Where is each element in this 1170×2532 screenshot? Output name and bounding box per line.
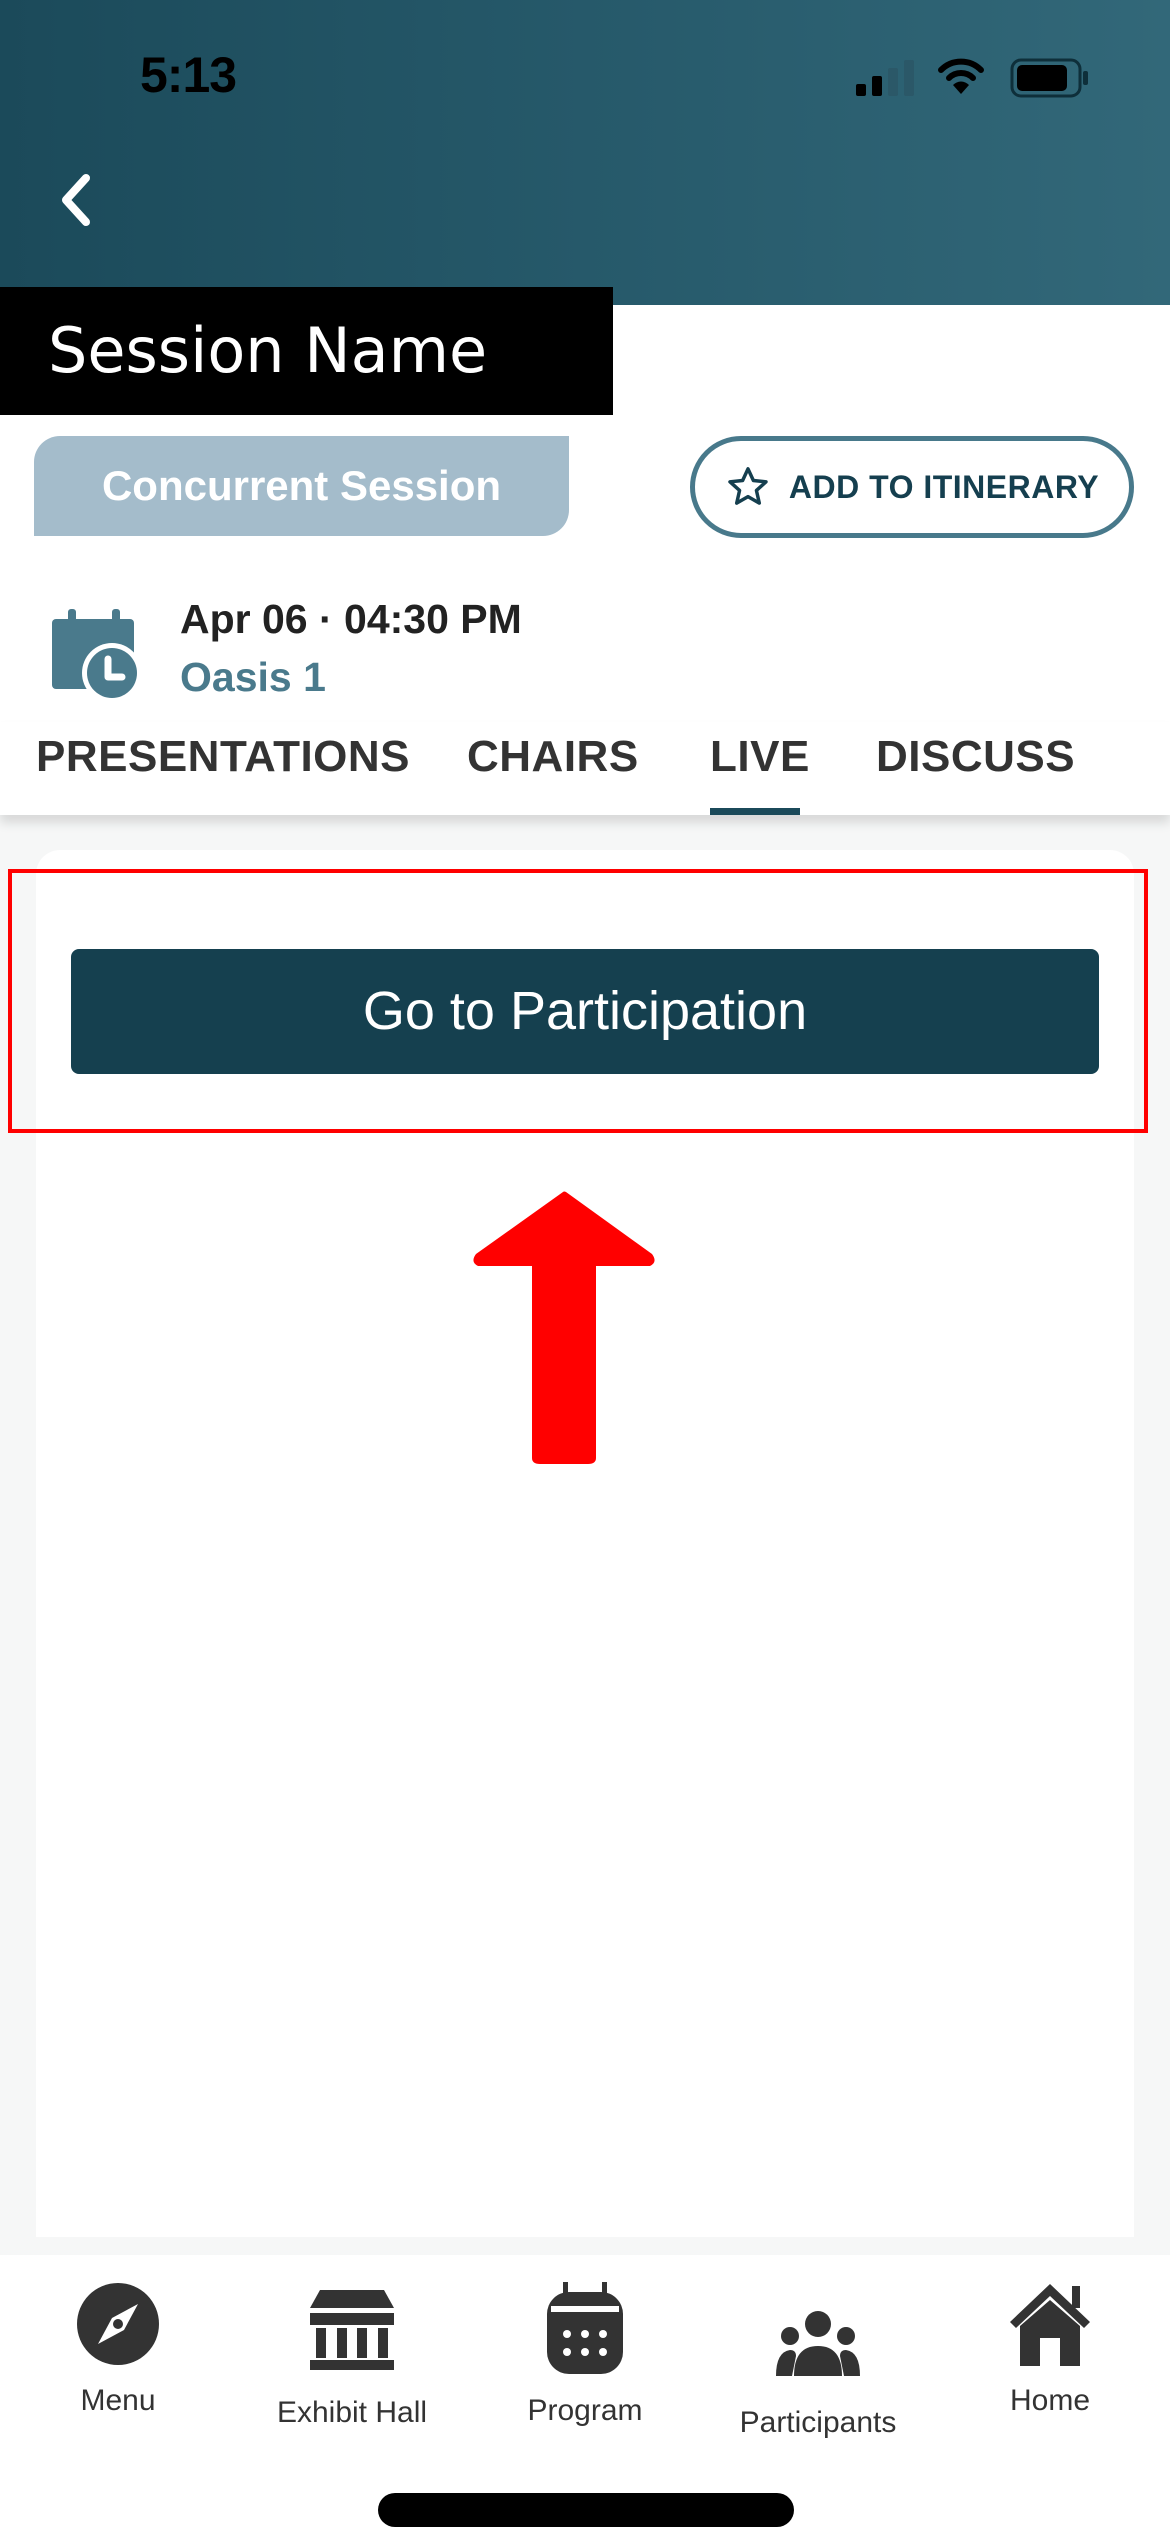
session-type-badge: Concurrent Session: [34, 436, 569, 536]
nav-label: Menu: [80, 2384, 156, 2417]
nav-home[interactable]: Home: [950, 2280, 1150, 2418]
users-icon: [776, 2311, 860, 2376]
tab-bar: PRESENTATIONS CHAIRS LIVE DISCUSS: [0, 722, 1170, 815]
tab-presentations[interactable]: PRESENTATIONS: [36, 732, 410, 782]
nav-participants[interactable]: Participants: [718, 2310, 918, 2440]
star-icon: [728, 467, 768, 505]
back-chevron-icon[interactable]: [56, 170, 96, 230]
home-indicator[interactable]: [378, 2493, 794, 2527]
nav-menu[interactable]: Menu: [18, 2282, 218, 2418]
home-icon: [1010, 2284, 1090, 2366]
nav-program[interactable]: Program: [485, 2282, 685, 2428]
session-title: Session Name: [0, 287, 613, 415]
compass-icon: [77, 2283, 159, 2365]
tab-live[interactable]: LIVE: [710, 732, 810, 782]
nav-label: Program: [527, 2394, 643, 2427]
bottom-navigation: Menu Exhibit Hall Program Participants H…: [0, 2255, 1170, 2532]
cellular-signal-icon: [856, 60, 914, 96]
nav-label: Exhibit Hall: [276, 2396, 428, 2429]
building-columns-icon: [310, 2290, 394, 2370]
nav-label: Home: [1009, 2384, 1091, 2417]
wifi-icon: [938, 58, 984, 94]
tab-chairs[interactable]: CHAIRS: [467, 732, 639, 782]
battery-icon: [1010, 58, 1088, 98]
add-to-itinerary-label: ADD TO ITINERARY: [788, 468, 1100, 505]
calendar-icon: [547, 2282, 623, 2374]
session-room: Oasis 1: [180, 654, 326, 700]
nav-exhibit-hall[interactable]: Exhibit Hall: [252, 2290, 452, 2430]
highlight-annotation-box: [8, 869, 1148, 1133]
session-date-time: Apr 06 · 04:30 PM: [180, 596, 522, 642]
calendar-clock-icon: [52, 609, 140, 701]
tab-discuss[interactable]: DISCUSS: [876, 732, 1075, 782]
add-to-itinerary-button[interactable]: ADD TO ITINERARY: [690, 436, 1134, 538]
red-arrow-up-icon: [473, 1191, 655, 1464]
active-tab-indicator: [710, 808, 800, 815]
nav-label: Participants: [739, 2406, 897, 2439]
status-time: 5:13: [140, 47, 237, 103]
